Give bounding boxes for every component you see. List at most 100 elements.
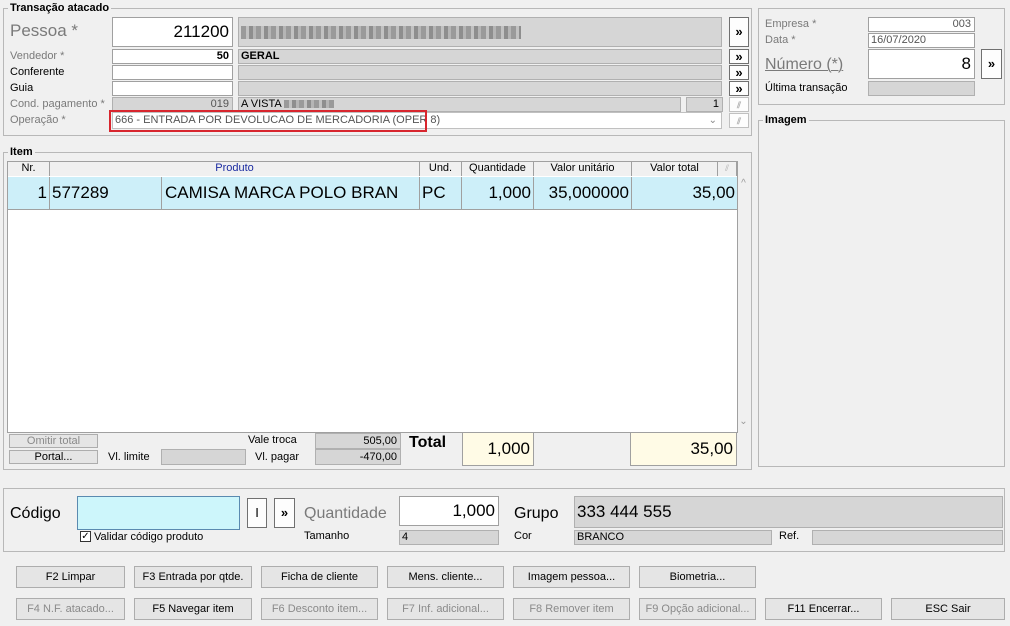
quantidade-input[interactable]: 1,000 — [399, 496, 499, 526]
vl-limite-label: Vl. limite — [108, 451, 150, 463]
imagem-pessoa-button[interactable]: Imagem pessoa... — [513, 566, 630, 588]
conferente-name-field — [238, 65, 722, 80]
cond-pagamento-label: Cond. pagamento * — [10, 98, 105, 110]
total-valor-field: 35,00 — [630, 432, 737, 466]
grid-scrollbar[interactable]: ^ ⌄ — [738, 176, 749, 432]
vl-pagar-field: -470,00 — [315, 449, 401, 465]
f8-remover-item-button[interactable]: F8 Remover item — [513, 598, 630, 620]
f9-opcao-adicional-button[interactable]: F9 Opção adicional... — [639, 598, 756, 620]
redacted-name — [241, 26, 521, 39]
cor-field: BRANCO — [574, 530, 772, 545]
grid-header: Nr. Produto Und. Quantidade Valor unitár… — [8, 162, 737, 176]
row-und: PC — [420, 177, 462, 209]
chevron-down-icon: ⌄ — [708, 115, 717, 126]
col-valor-total[interactable]: Valor total — [632, 162, 718, 176]
col-quantidade[interactable]: Quantidade — [462, 162, 534, 176]
conferente-label: Conferente — [10, 66, 65, 78]
row-valor-unitario: 35,000000 — [534, 177, 632, 209]
transacao-atacado-title: Transação atacado — [8, 2, 112, 14]
f6-desconto-item-button[interactable]: F6 Desconto item... — [261, 598, 378, 620]
cond-pagamento-name: A VISTA — [241, 98, 282, 110]
col-nr[interactable]: Nr. — [8, 162, 50, 176]
codigo-l-button[interactable]: I — [247, 498, 267, 528]
row-codigo: 577289 — [50, 177, 162, 209]
imagem-group — [758, 120, 1005, 467]
ficha-cliente-button[interactable]: Ficha de cliente — [261, 566, 378, 588]
codigo-label: Código — [10, 505, 61, 522]
guia-name-field — [238, 81, 722, 96]
conferente-code-field[interactable] — [112, 65, 233, 80]
portal-button[interactable]: Portal... — [9, 450, 98, 464]
numero-more-button[interactable]: » — [981, 49, 1002, 79]
conferente-more-button[interactable]: » — [729, 65, 749, 80]
ref-field — [812, 530, 1003, 545]
f4-nf-atacado-button[interactable]: F4 N.F. atacado... — [16, 598, 125, 620]
f3-entrada-button[interactable]: F3 Entrada por qtde. — [134, 566, 252, 588]
item-title: Item — [8, 146, 35, 158]
mens-cliente-button[interactable]: Mens. cliente... — [387, 566, 504, 588]
f11-encerrar-button[interactable]: F11 Encerrar... — [765, 598, 882, 620]
row-nr: 1 — [8, 177, 50, 209]
grid-settings-icon[interactable]: ⫽ — [718, 162, 737, 176]
f5-navegar-item-button[interactable]: F5 Navegar item — [134, 598, 252, 620]
tamanho-field: 4 — [399, 530, 499, 545]
empresa-field[interactable]: 003 — [868, 17, 975, 32]
guia-label: Guia — [10, 82, 34, 94]
total-label: Total — [409, 434, 447, 451]
row-produto: CAMISA MARCA POLO BRAN — [162, 177, 420, 209]
biometria-button[interactable]: Biometria... — [639, 566, 756, 588]
guia-code-field[interactable] — [112, 81, 233, 96]
vendedor-more-button[interactable]: » — [729, 49, 749, 64]
omitir-total-button[interactable]: Omitir total — [9, 434, 98, 448]
item-grid: Nr. Produto Und. Quantidade Valor unitár… — [7, 161, 738, 433]
grupo-field: 333 444 555 — [574, 496, 1003, 528]
pessoa-more-button[interactable]: » — [729, 17, 749, 47]
grupo-label: Grupo — [514, 505, 559, 522]
esc-sair-button[interactable]: ESC Sair — [891, 598, 1005, 620]
row-valor-total: 35,00 — [692, 183, 735, 202]
scroll-up-icon[interactable]: ^ — [738, 178, 749, 189]
validar-checkbox[interactable]: ✓ — [80, 531, 91, 542]
ultima-transacao-label: Última transação — [765, 82, 848, 94]
redacted-cond — [284, 100, 335, 109]
f2-limpar-button[interactable]: F2 Limpar — [16, 566, 125, 588]
operacao-more-button: ⫽ — [729, 113, 749, 128]
pessoa-code-field[interactable]: 211200 — [112, 17, 233, 47]
row-quantidade: 1,000 — [462, 177, 534, 209]
vl-pagar-label: Vl. pagar — [255, 451, 300, 463]
total-quantidade-field: 1,000 — [462, 432, 534, 466]
col-und[interactable]: Und. — [420, 162, 462, 176]
scroll-down-icon[interactable]: ⌄ — [738, 416, 749, 427]
operacao-highlight-box — [109, 110, 427, 132]
ref-label: Ref. — [779, 530, 800, 542]
guia-more-button[interactable]: » — [729, 81, 749, 96]
numero-label: Número (*) — [765, 56, 844, 73]
col-produto[interactable]: Produto — [50, 162, 420, 176]
imagem-title: Imagem — [763, 114, 809, 126]
codigo-more-button[interactable]: » — [274, 498, 295, 528]
cond-pagamento-num-field: 1 — [686, 97, 723, 112]
pessoa-label: Pessoa * — [10, 21, 79, 40]
vale-troca-field: 505,00 — [315, 433, 401, 449]
cor-label: Cor — [514, 530, 532, 542]
quantidade-label: Quantidade — [304, 505, 387, 522]
vendedor-code-field[interactable]: 50 — [112, 49, 233, 64]
table-row[interactable]: 1 577289 CAMISA MARCA POLO BRAN PC 1,000… — [8, 177, 737, 210]
vendedor-label: Vendedor * — [10, 50, 65, 62]
data-label: Data * — [765, 34, 796, 46]
tamanho-label: Tamanho — [304, 530, 350, 542]
numero-field[interactable]: 8 — [868, 49, 975, 79]
ultima-transacao-field — [868, 81, 975, 96]
codigo-input[interactable] — [77, 496, 240, 530]
empresa-label: Empresa * — [765, 18, 817, 30]
vl-limite-field — [161, 449, 246, 465]
pessoa-name-field — [238, 17, 722, 47]
col-valor-unitario[interactable]: Valor unitário — [534, 162, 632, 176]
operacao-label: Operação * — [10, 114, 66, 126]
vale-troca-label: Vale troca — [248, 434, 297, 446]
vendedor-name-field: GERAL — [238, 49, 722, 64]
data-field[interactable]: 16/07/2020 — [868, 33, 975, 48]
cond-pagamento-more-button: ⫽ — [729, 97, 749, 112]
f7-inf-adicional-button[interactable]: F7 Inf. adicional... — [387, 598, 504, 620]
validar-label: Validar código produto — [94, 531, 204, 543]
